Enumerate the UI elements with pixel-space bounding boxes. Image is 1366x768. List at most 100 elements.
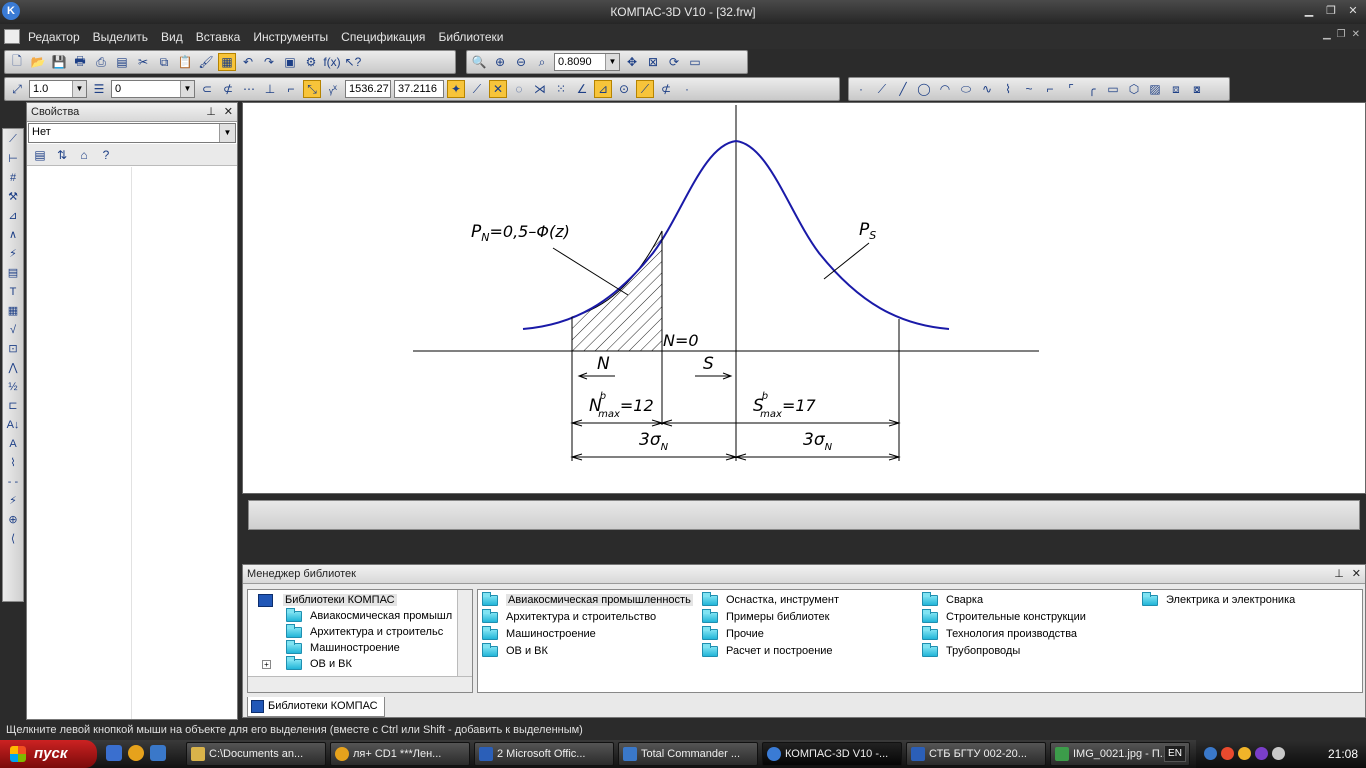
symbols-panel-icon[interactable]: #: [4, 169, 22, 186]
break-line-icon[interactable]: ⟨: [4, 530, 22, 547]
coordinates-icon[interactable]: ᵧˣ: [324, 80, 342, 98]
zoom-combo[interactable]: 0.8090 ▼: [554, 53, 620, 71]
help-pointer-icon[interactable]: ↖?: [344, 53, 362, 71]
quick-launch-browser-icon[interactable]: [150, 745, 166, 761]
library-item[interactable]: Машиностроение: [482, 625, 596, 642]
tree-item[interactable]: + ОВ и ВК: [262, 655, 352, 672]
dimensions-panel-icon[interactable]: ⊢: [4, 150, 22, 167]
polygon-icon[interactable]: ⬡: [1125, 80, 1143, 98]
object-selector[interactable]: Нет ▼: [28, 123, 236, 143]
measure-panel-icon[interactable]: ∧: [4, 226, 22, 243]
step-combo[interactable]: 1.0 ▼: [29, 80, 87, 98]
chamfer-icon[interactable]: ⌜: [1062, 80, 1080, 98]
menu-editor[interactable]: Редактор: [28, 30, 80, 44]
chevron-down-icon[interactable]: ▼: [605, 54, 619, 70]
auxiliary-line-icon[interactable]: ⟋: [873, 80, 891, 98]
pin-icon[interactable]: ⊥: [206, 105, 216, 118]
chevron-down-icon[interactable]: ▼: [72, 81, 86, 97]
edit-panel-icon[interactable]: ⚒: [4, 188, 22, 205]
roughness-icon[interactable]: √: [4, 321, 22, 338]
view-arrow-icon[interactable]: A: [4, 435, 22, 452]
menu-libraries[interactable]: Библиотеки: [438, 30, 503, 44]
tree-root[interactable]: Библиотеки КОМПАС: [258, 592, 397, 608]
language-indicator[interactable]: EN: [1164, 745, 1186, 762]
rectangle-icon[interactable]: ▭: [1104, 80, 1122, 98]
task-kompas[interactable]: КОМПАС-3D V10 -...: [762, 742, 902, 766]
point-tool-icon[interactable]: ·: [852, 80, 870, 98]
library-item[interactable]: Технология производства: [922, 625, 1077, 642]
document-icon[interactable]: [4, 29, 20, 44]
quick-launch-player-icon[interactable]: [128, 745, 144, 761]
minimize-button[interactable]: ▁: [1300, 3, 1318, 19]
properties-toggle-icon[interactable]: ▦: [218, 53, 236, 71]
fillet-icon[interactable]: ╭: [1083, 80, 1101, 98]
axis-line-icon[interactable]: - -: [4, 473, 22, 490]
library-item[interactable]: ОВ и ВК: [482, 642, 548, 659]
task-document[interactable]: СТБ БГТУ 002-20...: [906, 742, 1046, 766]
screen-icon[interactable]: ▭: [686, 53, 704, 71]
snap-nearest-icon[interactable]: ⟋: [468, 80, 486, 98]
tab-kompas-libraries[interactable]: Библиотеки КОМПАС: [247, 697, 385, 717]
manager-icon[interactable]: ▣: [281, 53, 299, 71]
function-icon[interactable]: f(x): [323, 53, 341, 71]
coord-x-field[interactable]: 1536.27: [345, 80, 391, 98]
categorized-icon[interactable]: ▤: [31, 146, 49, 164]
snap-point-icon[interactable]: ✦: [447, 80, 465, 98]
spec-panel-icon[interactable]: ▤: [4, 264, 22, 281]
tree-horizontal-scrollbar[interactable]: [248, 676, 472, 692]
library-item[interactable]: Авиакосмическая промышленность: [482, 591, 693, 608]
pan-icon[interactable]: ✥: [623, 53, 641, 71]
task-total-commander[interactable]: Total Commander ...: [618, 742, 758, 766]
hatch-icon[interactable]: ▨: [1146, 80, 1164, 98]
snap-grid-icon[interactable]: ⁙: [552, 80, 570, 98]
doc-close-button[interactable]: ✕: [1352, 29, 1360, 40]
library-item[interactable]: Сварка: [922, 591, 983, 608]
cut-icon[interactable]: ✂: [134, 53, 152, 71]
spline-icon[interactable]: ∿: [978, 80, 996, 98]
magnet-icon[interactable]: ⊂: [198, 80, 216, 98]
library-item[interactable]: Прочие: [702, 625, 764, 642]
local-cs-icon[interactable]: ⤢: [8, 80, 26, 98]
library-item[interactable]: Строительные конструкции: [922, 608, 1086, 625]
snap-on-curve-icon[interactable]: ⟋: [636, 80, 654, 98]
library-item[interactable]: Расчет и построение: [702, 642, 833, 659]
nurbs-icon[interactable]: ⌇: [999, 80, 1017, 98]
geometry-panel-icon[interactable]: ⟋: [4, 131, 22, 148]
antivirus-icon[interactable]: [1221, 747, 1234, 760]
leader-icon[interactable]: ⋀: [4, 359, 22, 376]
menu-specification[interactable]: Спецификация: [341, 30, 425, 44]
ellipse-icon[interactable]: ⬭: [957, 80, 975, 98]
save-icon[interactable]: 💾: [50, 53, 68, 71]
variables-icon[interactable]: ⚙: [302, 53, 320, 71]
circle-icon[interactable]: ◯: [915, 80, 933, 98]
layer-combo[interactable]: 0 ▼: [111, 80, 195, 98]
volume-icon[interactable]: [1272, 747, 1285, 760]
cut-line-icon[interactable]: A↓: [4, 416, 22, 433]
bluetooth-icon[interactable]: [1255, 747, 1268, 760]
coord-y-field[interactable]: 37.2116: [394, 80, 444, 98]
tolerance-icon[interactable]: ⊏: [4, 397, 22, 414]
zoom-in-icon[interactable]: ⊕: [491, 53, 509, 71]
preview-icon[interactable]: ▤: [113, 53, 131, 71]
chevron-down-icon[interactable]: ▼: [219, 124, 235, 142]
close-icon[interactable]: ✕: [224, 105, 233, 118]
open-icon[interactable]: 📂: [29, 53, 47, 71]
quick-launch-app-icon[interactable]: [106, 745, 122, 761]
snap-icon[interactable]: ⤡: [303, 80, 321, 98]
snap-off-icon[interactable]: ⊄: [657, 80, 675, 98]
print-preview-icon[interactable]: ⎙: [92, 53, 110, 71]
snap-middle-icon[interactable]: ⊿: [594, 80, 612, 98]
task-explorer[interactable]: C:\Documents an...: [186, 742, 326, 766]
contour-icon[interactable]: ⧈: [1167, 80, 1185, 98]
round-icon[interactable]: ⌐: [282, 80, 300, 98]
snap-center-icon[interactable]: ⊙: [615, 80, 633, 98]
drawing-canvas[interactable]: PN=0,5–Φ(z) PS N=0 N S Nb max=12 Sb max=17…: [242, 102, 1366, 494]
menu-view[interactable]: Вид: [161, 30, 183, 44]
select-panel-icon[interactable]: ⚡: [4, 245, 22, 262]
network-icon[interactable]: [1204, 747, 1217, 760]
show-all-icon[interactable]: ⊠: [644, 53, 662, 71]
new-document-icon[interactable]: 🗋: [8, 53, 26, 71]
doc-restore-button[interactable]: ❐: [1337, 29, 1346, 40]
format-painter-icon[interactable]: 🖌: [197, 53, 215, 71]
doc-minimize-button[interactable]: ▁: [1323, 29, 1331, 40]
